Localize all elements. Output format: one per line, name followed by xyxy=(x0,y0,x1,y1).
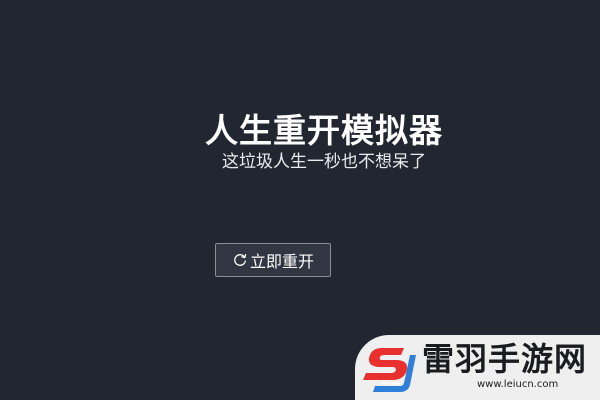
restart-button[interactable]: 立即重开 xyxy=(215,243,331,277)
site-watermark: 雷羽手游网 www.leiucn.com xyxy=(355,335,600,400)
restart-button-label: 立即重开 xyxy=(249,252,314,271)
page-title: 人生重开模拟器 xyxy=(205,111,443,150)
refresh-icon xyxy=(232,252,248,268)
brand-logo-icon xyxy=(360,341,420,396)
watermark-url: www.leiucn.com xyxy=(477,379,559,390)
page-subtitle: 这垃圾人生一秒也不想呆了 xyxy=(222,152,426,172)
watermark-brand-name: 雷羽手游网 xyxy=(422,340,588,378)
app-screen: 人生重开模拟器 这垃圾人生一秒也不想呆了 立即重开 雷羽手游网 www.leiu… xyxy=(0,0,600,400)
